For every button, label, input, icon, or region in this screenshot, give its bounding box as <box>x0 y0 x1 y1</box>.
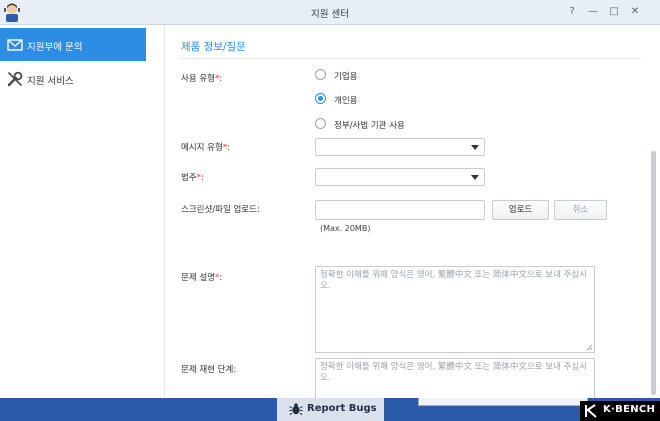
problem-description-textarea[interactable]: 정확한 이해를 위해 양식은 영어, 繁體中文 또는 简体中文으로 보내 주십시… <box>315 266 595 353</box>
reproduce-steps-textarea[interactable]: 정확한 이해를 위해 양식은 영어, 繁體中文 또는 简体中文으로 보내 주십시… <box>315 358 595 398</box>
title-bar: 지원 센터 ? — □ ✕ <box>0 0 660 25</box>
category-select[interactable] <box>315 168 485 186</box>
usage-personal-label: 개인용 <box>334 96 358 106</box>
vertical-scrollbar[interactable] <box>651 151 656 395</box>
problem-description-placeholder: 정확한 이해를 위해 양식은 영어, 繁體中文 또는 简体中文으로 보내 주십시… <box>320 270 588 291</box>
message-type-label: 메시지 유형*: <box>181 143 230 153</box>
bug-icon <box>289 403 303 416</box>
reproduce-steps-placeholder: 정확한 이해를 위해 양식은 영어, 繁體中文 또는 简体中文으로 보내 주십시… <box>320 362 588 383</box>
usage-personal-radio[interactable] <box>315 93 326 104</box>
upload-size-hint: (Max. 20MB) <box>320 224 371 233</box>
message-type-select[interactable] <box>315 138 485 156</box>
usage-type-label: 사용 유형*: <box>181 74 223 84</box>
sidebar-item-label: 지원 서비스 <box>27 76 74 87</box>
taskbar-item-label: Report Bugs <box>307 403 377 414</box>
section-title: 제품 정보/질문 <box>181 41 246 53</box>
kbench-brand-text: K·BENCH <box>603 404 656 415</box>
problem-description-label: 문제 설명*: <box>181 273 223 283</box>
minimize-button[interactable]: — <box>586 5 600 19</box>
usage-enterprise-label: 기업용 <box>334 72 358 82</box>
usage-government-radio[interactable] <box>315 118 326 129</box>
kbench-watermark: K·BENCH <box>580 401 660 421</box>
sidebar-item-label: 지원부에 문의 <box>27 42 83 53</box>
support-center-window: 지원 센터 ? — □ ✕ 지원부에 문의 지원 서비스 제품 정보/질문 사용… <box>0 0 660 398</box>
cancel-button[interactable]: 취소 <box>554 200 607 220</box>
taskbar-window-edge <box>418 398 588 406</box>
taskbar: Report Bugs <box>0 398 660 421</box>
usage-enterprise-radio[interactable] <box>315 69 326 80</box>
wrench-icon <box>7 71 23 87</box>
help-button[interactable]: ? <box>565 5 579 19</box>
window-title: 지원 센터 <box>311 9 349 20</box>
kbench-logo-icon <box>585 404 597 418</box>
taskbar-item-report-bugs[interactable]: Report Bugs <box>277 398 384 421</box>
close-button[interactable]: ✕ <box>628 5 642 19</box>
upload-file-field[interactable] <box>315 200 485 220</box>
section-divider <box>181 58 641 59</box>
sidebar: 지원부에 문의 지원 서비스 <box>0 25 165 398</box>
upload-label: 스크린샷/파일 업로드: <box>181 205 260 215</box>
form-panel: 제품 정보/질문 사용 유형*: 기업용 개인용 정부/사법 기관 사용 메시지… <box>165 25 660 398</box>
resize-grip-icon[interactable] <box>586 344 593 351</box>
sidebar-item-support-services[interactable]: 지원 서비스 <box>0 62 146 95</box>
chevron-down-icon <box>471 175 479 180</box>
reproduce-steps-label: 문제 재현 단계: <box>181 365 237 375</box>
sidebar-item-contact-support[interactable]: 지원부에 문의 <box>0 28 146 61</box>
usage-government-label: 정부/사법 기관 사용 <box>334 121 405 131</box>
category-label: 범주*: <box>181 173 204 183</box>
maximize-button[interactable]: □ <box>607 5 621 19</box>
envelope-icon <box>7 39 23 51</box>
chevron-down-icon <box>471 145 479 150</box>
upload-button[interactable]: 업로드 <box>492 200 549 220</box>
